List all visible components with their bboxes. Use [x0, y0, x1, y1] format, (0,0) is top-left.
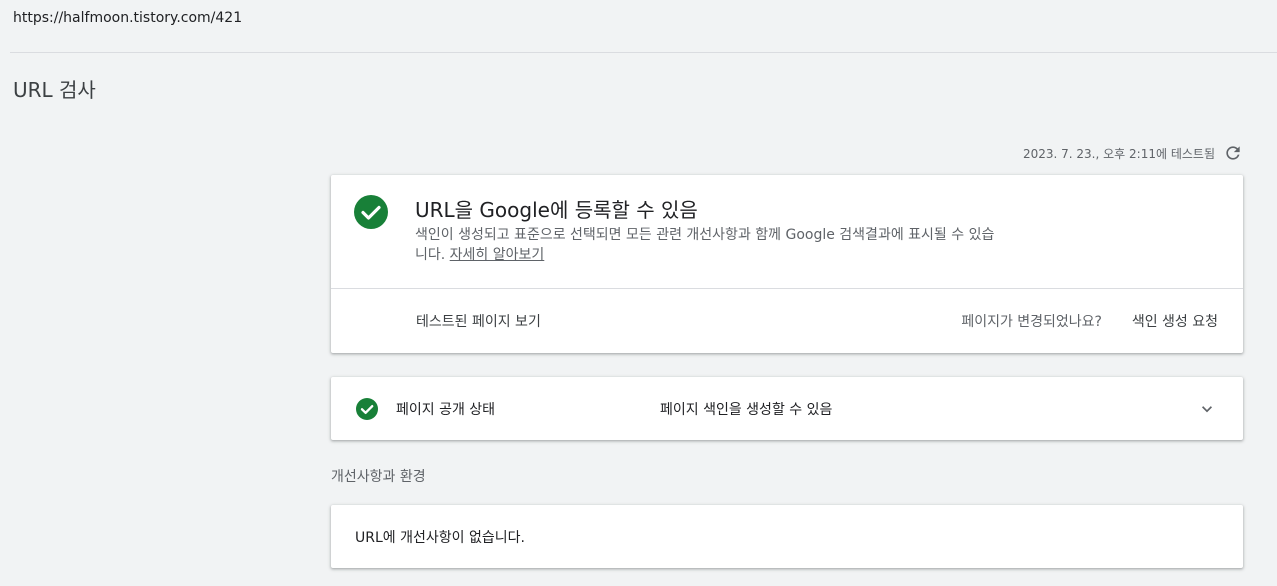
no-enhancements-message: URL에 개선사항이 없습니다.	[355, 530, 525, 546]
refresh-icon[interactable]	[1223, 143, 1243, 163]
indexability-description: 색인이 생성되고 표준으로 선택되면 모든 관련 개선사항과 함께 Google…	[415, 225, 1005, 265]
header-divider	[10, 52, 1277, 53]
tested-at-text: 2023. 7. 23., 오후 2:11에 테스트됨	[1022, 146, 1215, 161]
page-changed-question: 페이지가 변경되었나요?	[961, 314, 1102, 330]
chevron-down-icon[interactable]	[1197, 399, 1217, 419]
page-title: URL 검사	[13, 78, 96, 102]
view-tested-page-button[interactable]: 테스트된 페이지 보기	[416, 311, 541, 331]
check-circle-icon	[356, 398, 378, 420]
availability-label: 페이지 공개 상태	[396, 402, 496, 418]
request-indexing-button[interactable]: 색인 생성 요청	[1132, 311, 1218, 331]
page-availability-card[interactable]: 페이지 공개 상태 페이지 색인을 생성할 수 있음	[331, 377, 1243, 440]
inspected-url[interactable]: https://halfmoon.tistory.com/421	[13, 10, 242, 26]
url-header: https://halfmoon.tistory.com/421	[0, 0, 1277, 52]
indexability-title: URL을 Google에 등록할 수 있음	[415, 198, 698, 222]
test-timestamp-row: 2023. 7. 23., 오후 2:11에 테스트됨	[1023, 143, 1243, 163]
availability-value: 페이지 색인을 생성할 수 있음	[660, 402, 833, 418]
enhancements-heading: 개선사항과 환경	[331, 469, 426, 485]
indexability-card: URL을 Google에 등록할 수 있음 색인이 생성되고 표준으로 선택되면…	[331, 175, 1243, 353]
card-divider	[331, 288, 1243, 289]
enhancements-card: URL에 개선사항이 없습니다.	[331, 505, 1243, 568]
check-circle-icon	[354, 195, 388, 229]
url-inspection-page: https://halfmoon.tistory.com/421 URL 검사 …	[0, 0, 1277, 586]
learn-more-link[interactable]: 자세히 알아보기	[450, 247, 545, 263]
